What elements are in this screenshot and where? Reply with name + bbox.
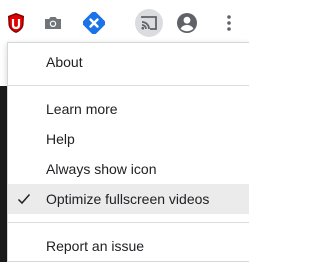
menu-item-label: Help xyxy=(46,131,75,147)
menu-item-about[interactable]: About xyxy=(8,47,249,77)
menu-item-optimize-fullscreen-videos[interactable]: Optimize fullscreen videos xyxy=(8,184,249,214)
ublock-icon xyxy=(8,13,24,33)
more-vert-icon xyxy=(227,15,231,31)
extension-toolbar xyxy=(0,0,249,46)
browser-window: About Learn more Help Always show icon O… xyxy=(0,0,249,262)
menu-item-help[interactable]: Help xyxy=(8,124,249,154)
menu-item-report-issue[interactable]: Report an issue xyxy=(8,231,249,261)
menu-item-always-show-icon[interactable]: Always show icon xyxy=(8,154,249,184)
extension-blue-icon xyxy=(83,12,105,34)
ublock-button[interactable] xyxy=(2,9,30,37)
checkmark-icon xyxy=(17,194,31,205)
profile-button[interactable] xyxy=(173,9,201,37)
menu-item-label: Learn more xyxy=(46,101,118,117)
camera-extension-button[interactable] xyxy=(39,9,67,37)
page-content-background xyxy=(0,86,7,262)
menu-item-label: Report an issue xyxy=(46,238,145,254)
menu-separator xyxy=(8,85,249,86)
cast-context-menu: About Learn more Help Always show icon O… xyxy=(7,42,249,262)
menu-item-learn-more[interactable]: Learn more xyxy=(8,94,249,124)
profile-icon xyxy=(177,13,197,33)
menu-item-label: Always show icon xyxy=(46,161,157,177)
menu-item-label: About xyxy=(46,54,83,70)
blue-extension-button[interactable] xyxy=(80,9,108,37)
browser-menu-button[interactable] xyxy=(215,9,243,37)
cast-button[interactable] xyxy=(135,9,163,37)
menu-separator xyxy=(8,222,249,223)
camera-icon xyxy=(45,17,61,29)
cast-icon xyxy=(141,16,157,30)
menu-item-label: Optimize fullscreen videos xyxy=(46,191,210,207)
